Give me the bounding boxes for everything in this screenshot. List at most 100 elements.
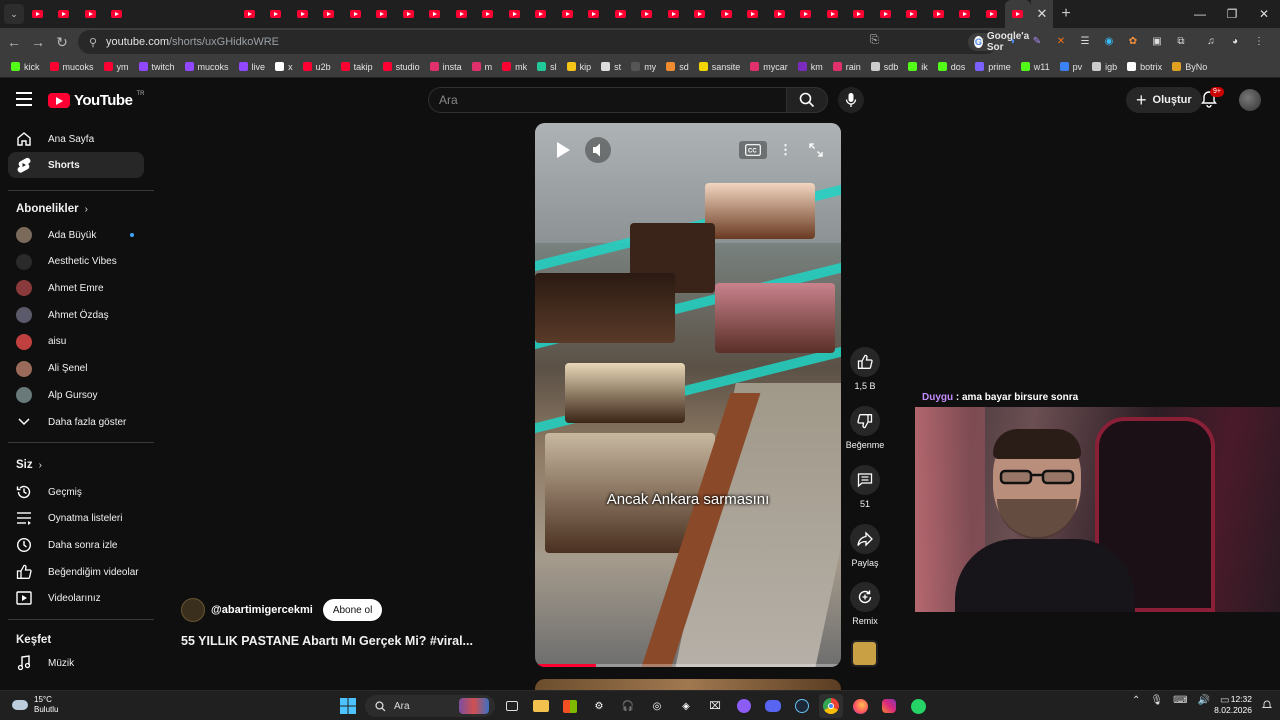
- remix-button[interactable]: Remix: [845, 582, 885, 626]
- browser-tab[interactable]: [422, 0, 449, 28]
- browser-tab[interactable]: [289, 0, 316, 28]
- bookmark-item[interactable]: sdb: [866, 62, 904, 72]
- extension-icon[interactable]: ◉: [1100, 32, 1118, 50]
- youtube-logo[interactable]: YouTube TR: [48, 91, 144, 109]
- browser-tab[interactable]: [263, 0, 290, 28]
- browser-tab[interactable]: [872, 0, 899, 28]
- extension-icon[interactable]: ▣: [1148, 32, 1166, 50]
- bookmark-item[interactable]: prime: [970, 62, 1016, 72]
- browser-tab[interactable]: [236, 0, 263, 28]
- browser-tab[interactable]: [554, 0, 581, 28]
- extensions-puzzle-icon[interactable]: ⧉: [1172, 32, 1190, 50]
- browser-tab[interactable]: [395, 0, 422, 28]
- more-options-icon[interactable]: ⋮: [779, 141, 792, 159]
- browser-tab[interactable]: [925, 0, 952, 28]
- discord-icon[interactable]: [761, 694, 785, 718]
- extension-icon[interactable]: ✿: [1124, 32, 1142, 50]
- sidebar-item-home[interactable]: Ana Sayfa: [8, 126, 144, 152]
- new-tab-button[interactable]: +: [1053, 5, 1079, 23]
- bookmark-item[interactable]: ByNo: [1167, 62, 1212, 72]
- channel-handle[interactable]: @abartimigercekmi: [211, 604, 313, 616]
- bookmark-item[interactable]: mucoks: [45, 62, 99, 72]
- browser-tab[interactable]: [607, 0, 634, 28]
- video-title[interactable]: 55 YILLIK PASTANE Abartı Mı Gerçek Mi? #…: [181, 634, 473, 648]
- browser-menu-icon[interactable]: ⋮: [1250, 32, 1268, 50]
- show-more-button[interactable]: Daha fazla göster: [8, 409, 144, 435]
- browser-tab[interactable]: [952, 0, 979, 28]
- network-icon[interactable]: ⌨: [1173, 695, 1187, 706]
- browser-tab[interactable]: [846, 0, 873, 28]
- subscription-item[interactable]: Ahmet Emre: [8, 275, 144, 301]
- sidebar-item-history[interactable]: Geçmiş: [8, 479, 144, 505]
- sidebar-item-music[interactable]: Müzik: [8, 650, 144, 676]
- close-tab-button[interactable]: ✕: [1031, 0, 1053, 28]
- captions-button[interactable]: CC: [739, 141, 767, 159]
- search-input[interactable]: [439, 93, 786, 107]
- bookmark-item[interactable]: kip: [562, 62, 597, 72]
- maximize-button[interactable]: ❐: [1216, 7, 1248, 21]
- bookmark-item[interactable]: st: [596, 62, 626, 72]
- bookmark-item[interactable]: sansite: [694, 62, 746, 72]
- browser-tab[interactable]: [660, 0, 687, 28]
- voice-search-button[interactable]: [838, 87, 864, 113]
- subscription-item[interactable]: Ada Büyük: [8, 222, 144, 248]
- extension-icon[interactable]: ✎: [1028, 32, 1046, 50]
- app-icon[interactable]: [732, 694, 756, 718]
- browser-tab[interactable]: [475, 0, 502, 28]
- site-info-icon[interactable]: ⚲: [86, 35, 100, 49]
- browser-tab[interactable]: [369, 0, 396, 28]
- subscription-item[interactable]: Ali Şenel: [8, 356, 144, 382]
- browser-tab[interactable]: [899, 0, 926, 28]
- video-progress-bar[interactable]: [535, 664, 841, 667]
- browser-tab[interactable]: [687, 0, 714, 28]
- tab-search-button[interactable]: ⌄: [4, 4, 24, 24]
- extension-icon[interactable]: ☰: [1076, 32, 1094, 50]
- bookmark-item[interactable]: twitch: [134, 62, 180, 72]
- next-short-preview[interactable]: [535, 679, 841, 690]
- bookmark-item[interactable]: studio: [378, 62, 425, 72]
- share-button[interactable]: Paylaş: [845, 524, 885, 568]
- browser-tab[interactable]: [316, 0, 343, 28]
- bookmark-item[interactable]: mucoks: [180, 62, 234, 72]
- sidebar-item-liked-videos[interactable]: Beğendiğim videolar: [8, 559, 144, 585]
- bookmark-item[interactable]: insta: [425, 62, 467, 72]
- browser-tab[interactable]: [51, 0, 78, 28]
- shorts-video-player[interactable]: CC ⋮ Ancak Ankara sarmasını: [535, 123, 841, 667]
- active-tab[interactable]: [1004, 0, 1031, 28]
- browser-tab[interactable]: [24, 0, 51, 28]
- headphones-icon[interactable]: 🎧: [616, 694, 640, 718]
- omnibox[interactable]: ⚲ youtube.com/shorts/uxGHidkoWRE ⎘ G Goo…: [78, 30, 1039, 54]
- search-box[interactable]: [428, 87, 786, 113]
- bookmark-star-icon[interactable]: ☆: [974, 33, 985, 47]
- bookmark-item[interactable]: mk: [497, 62, 532, 72]
- file-explorer-icon[interactable]: [529, 694, 553, 718]
- minimize-button[interactable]: —: [1184, 7, 1216, 21]
- bookmark-item[interactable]: live: [234, 62, 271, 72]
- close-window-button[interactable]: ✕: [1248, 7, 1280, 21]
- browser-tab[interactable]: [528, 0, 555, 28]
- bookmark-item[interactable]: rain: [828, 62, 866, 72]
- browser-tab[interactable]: [104, 0, 131, 28]
- menu-icon[interactable]: [16, 92, 32, 106]
- browser-tab[interactable]: [342, 0, 369, 28]
- sound-thumbnail[interactable]: [851, 640, 878, 667]
- browser-tab[interactable]: [448, 0, 475, 28]
- bookmark-item[interactable]: my: [626, 62, 661, 72]
- volume-button[interactable]: [585, 137, 611, 163]
- subscription-item[interactable]: Aesthetic Vibes: [8, 249, 144, 275]
- browser-tab[interactable]: [793, 0, 820, 28]
- bookmark-item[interactable]: w11: [1016, 62, 1055, 72]
- sidebar-item-playlists[interactable]: Oynatma listeleri: [8, 505, 144, 531]
- subscriptions-heading[interactable]: Abonelikler ›: [16, 203, 88, 215]
- profile-icon[interactable]: ◕: [1226, 32, 1244, 50]
- bookmark-item[interactable]: km: [793, 62, 828, 72]
- bookmark-item[interactable]: mycar: [745, 62, 793, 72]
- comments-button[interactable]: 51: [845, 465, 885, 509]
- bookmark-item[interactable]: pv: [1055, 62, 1088, 72]
- bookmark-item[interactable]: sd: [661, 62, 694, 72]
- like-button[interactable]: 1,5 B: [845, 347, 885, 391]
- extension-icon[interactable]: ◗: [1004, 32, 1022, 50]
- account-avatar[interactable]: [1239, 89, 1261, 111]
- github-icon[interactable]: ◎: [645, 694, 669, 718]
- reload-button[interactable]: ↻: [50, 34, 74, 51]
